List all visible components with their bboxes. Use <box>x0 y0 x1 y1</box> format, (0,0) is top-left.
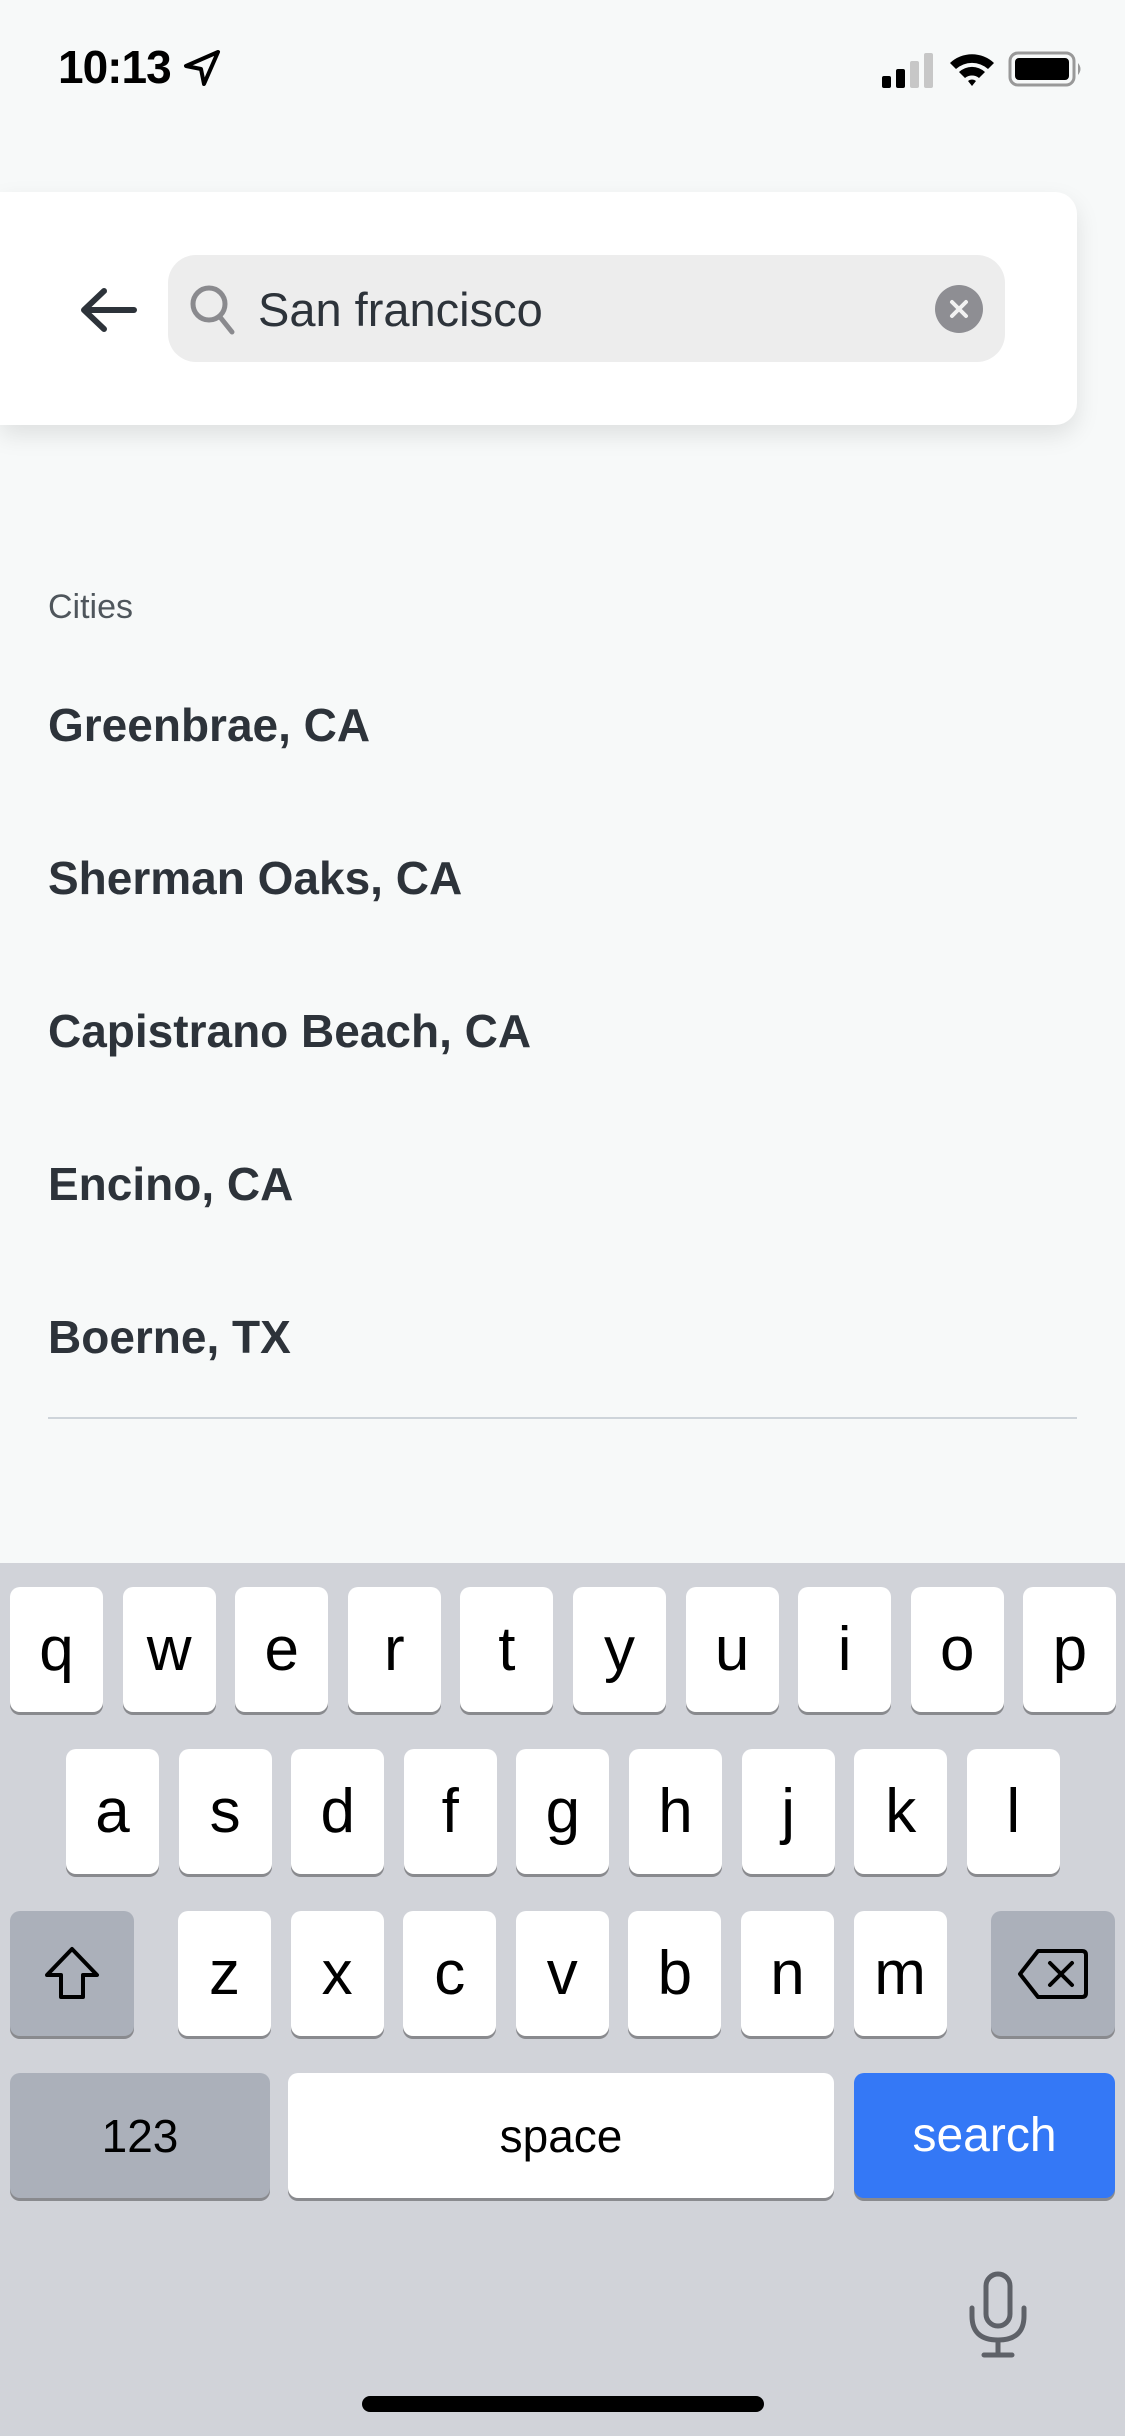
search-input-value[interactable]: San francisco <box>258 280 543 340</box>
key-b[interactable]: b <box>628 1911 722 2036</box>
list-item[interactable]: Capistrano Beach, CA <box>0 971 1125 1091</box>
list-item[interactable]: Boerne, TX <box>0 1277 1125 1397</box>
key-t[interactable]: t <box>460 1587 554 1712</box>
status-time: 10:13 <box>58 41 172 93</box>
key-s[interactable]: s <box>178 1749 272 1874</box>
battery-icon <box>1008 51 1081 87</box>
search-key[interactable]: search <box>854 2073 1115 2198</box>
key-z[interactable]: z <box>178 1911 271 2036</box>
key-q[interactable]: q <box>10 1587 103 1712</box>
city-label: Encino, CA <box>48 1158 294 1210</box>
key-f[interactable]: f <box>403 1749 497 1874</box>
clear-search-button[interactable] <box>935 285 983 333</box>
backspace-icon <box>1018 1948 1088 1999</box>
numbers-key[interactable]: 123 <box>10 2073 270 2198</box>
list-divider <box>48 1417 1077 1419</box>
key-i[interactable]: i <box>798 1587 892 1712</box>
space-key[interactable]: space <box>288 2073 834 2198</box>
key-o[interactable]: o <box>910 1587 1004 1712</box>
key-v[interactable]: v <box>515 1911 609 2036</box>
key-w[interactable]: w <box>122 1587 216 1712</box>
arrow-left-icon <box>81 288 137 332</box>
cellular-signal-icon <box>882 53 933 88</box>
search-icon <box>190 285 235 335</box>
list-item[interactable]: Greenbrae, CA <box>0 665 1125 785</box>
clear-x-icon <box>950 300 968 318</box>
key-y[interactable]: y <box>573 1587 666 1712</box>
shift-key[interactable] <box>10 1911 134 2036</box>
key-g[interactable]: g <box>516 1749 610 1874</box>
key-r[interactable]: r <box>347 1587 441 1712</box>
back-button[interactable] <box>72 274 144 346</box>
backspace-key[interactable] <box>991 1911 1115 2036</box>
section-label-cities: Cities <box>48 588 134 626</box>
key-u[interactable]: u <box>685 1587 779 1712</box>
home-indicator[interactable] <box>362 2396 764 2412</box>
wifi-icon <box>950 54 994 86</box>
key-j[interactable]: j <box>741 1749 835 1874</box>
key-h[interactable]: h <box>629 1749 722 1874</box>
key-x[interactable]: x <box>290 1911 384 2036</box>
list-item[interactable]: Sherman Oaks, CA <box>0 818 1125 938</box>
key-c[interactable]: c <box>403 1911 497 2036</box>
key-l[interactable]: l <box>966 1749 1060 1874</box>
key-a[interactable]: a <box>66 1749 159 1874</box>
city-label: Boerne, TX <box>48 1311 291 1363</box>
city-label: Sherman Oaks, CA <box>48 852 463 904</box>
location-arrow-icon <box>184 50 220 86</box>
shift-icon <box>45 1946 99 1999</box>
microphone-icon[interactable] <box>964 2270 1032 2360</box>
city-label: Capistrano Beach, CA <box>48 1005 532 1057</box>
key-e[interactable]: e <box>235 1587 329 1712</box>
key-m[interactable]: m <box>853 1911 947 2036</box>
key-d[interactable]: d <box>291 1749 385 1874</box>
key-k[interactable]: k <box>854 1749 948 1874</box>
key-n[interactable]: n <box>741 1911 834 2036</box>
list-item[interactable]: Encino, CA <box>0 1124 1125 1244</box>
key-p[interactable]: p <box>1023 1587 1117 1712</box>
city-label: Greenbrae, CA <box>48 699 371 751</box>
